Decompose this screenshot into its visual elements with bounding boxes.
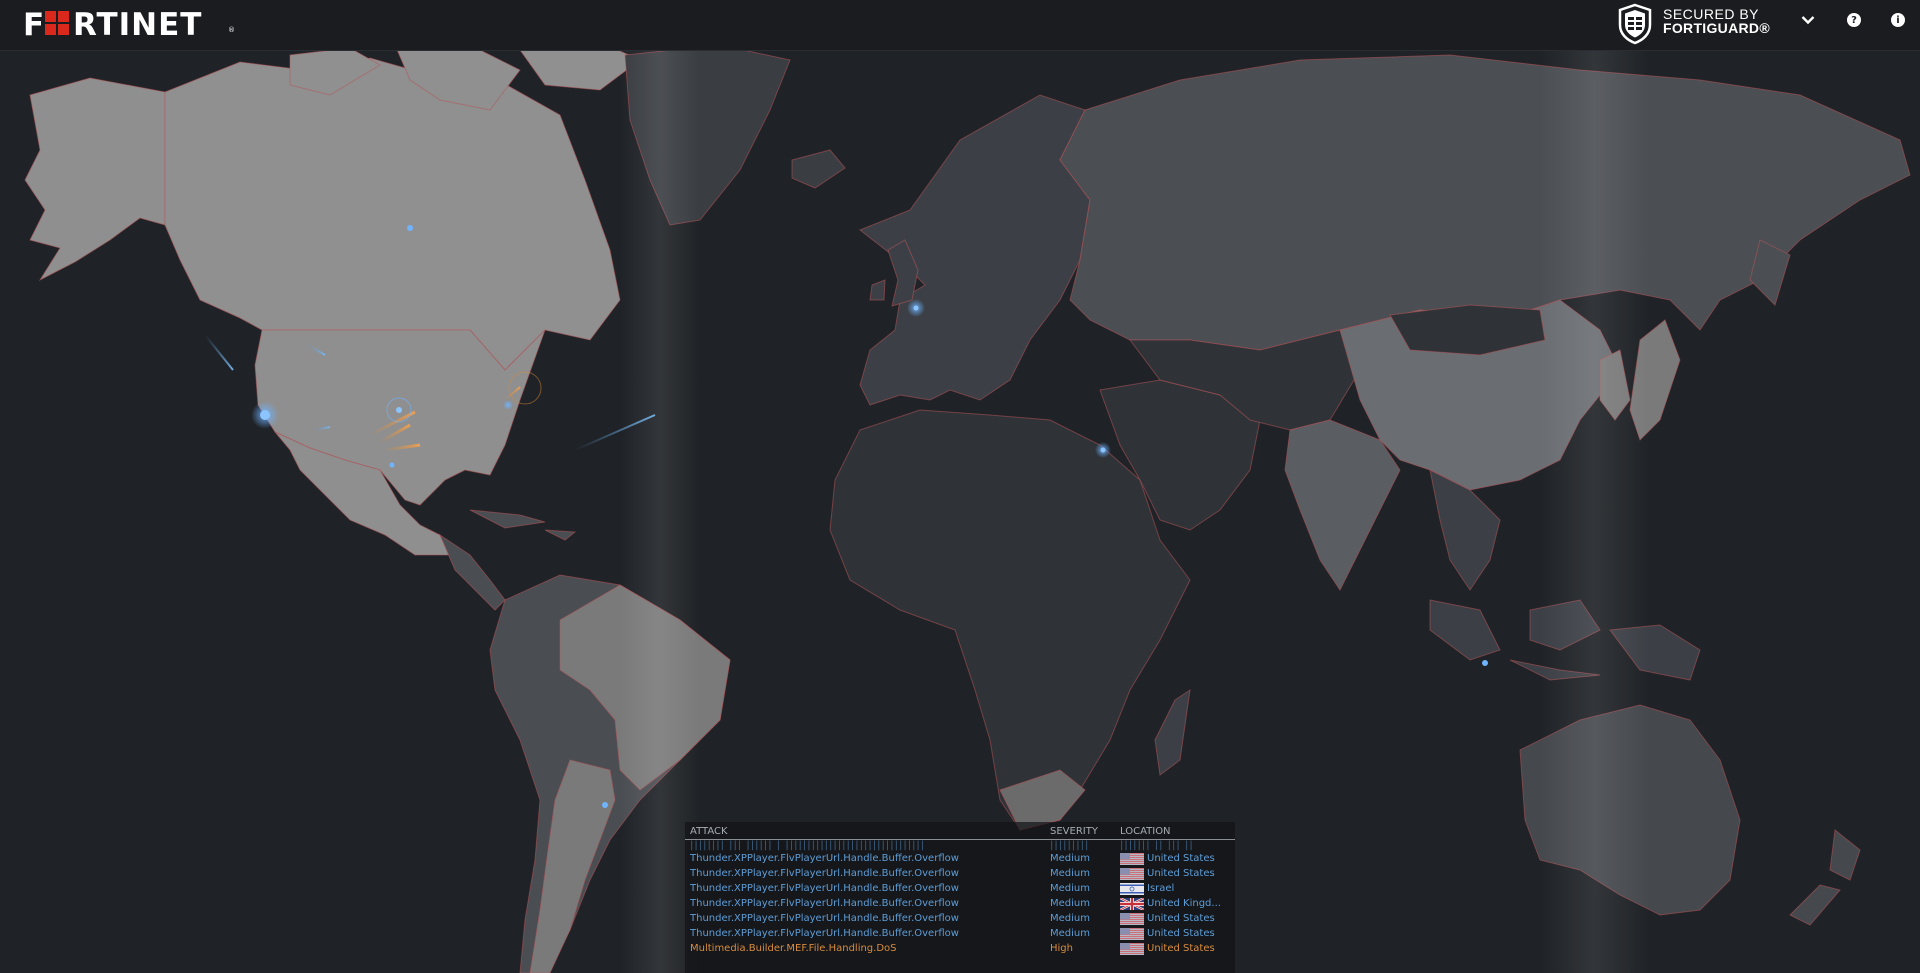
table-row: Thunder.XPPlayer.FlvPlayerUrl.Handle.Buf…: [685, 926, 1235, 941]
attack-severity: Medium: [1050, 898, 1090, 909]
attack-name: |||||||| ||| |||||| | ||||||||||||||||||…: [690, 840, 926, 851]
attack-pulse-marker: [913, 305, 919, 311]
region-southeast-asia: [1429, 469, 1501, 591]
attack-location: United States: [1147, 913, 1215, 924]
attack-pulse-marker: [1482, 660, 1488, 666]
region-madagascar: [1154, 688, 1191, 776]
country-flag-icon: [1120, 913, 1144, 925]
attack-severity: Medium: [1050, 883, 1090, 894]
country-flag-icon: [1120, 853, 1144, 865]
attack-pulse-marker: [389, 462, 395, 468]
attack-pulse-marker: [396, 407, 402, 413]
attack-location: United States: [1147, 943, 1215, 954]
fortinet-logo[interactable]: F RTINET: [23, 6, 243, 50]
attack-location: United States: [1147, 868, 1215, 879]
attack-name: Thunder.XPPlayer.FlvPlayerUrl.Handle.Buf…: [690, 898, 959, 909]
attack-location: Israel: [1147, 883, 1175, 894]
attack-severity: High: [1050, 943, 1073, 954]
attack-pulse-marker: [260, 410, 270, 420]
secured-by-label: SECURED BY: [1663, 6, 1760, 22]
svg-text:RTINET: RTINET: [73, 7, 202, 42]
attack-beam-line: [204, 334, 234, 371]
light-sweep-band: [1540, 50, 1650, 973]
attack-pulse-marker: [602, 802, 608, 808]
attack-pulse-marker: [1100, 447, 1106, 453]
table-row: Thunder.XPPlayer.FlvPlayerUrl.Handle.Buf…: [685, 881, 1235, 896]
country-flag-icon: [1120, 943, 1144, 955]
table-row: |||||||| ||| |||||| | ||||||||||||||||||…: [685, 840, 1235, 851]
attack-table: ATTACK SEVERITY LOCATION |||||||| ||| ||…: [685, 822, 1235, 973]
top-bar: F RTINET ® SECURED BY FORTIGUARD® ? i: [0, 0, 1920, 51]
region-canada: [164, 57, 621, 371]
severity-column-header: SEVERITY: [1050, 826, 1098, 837]
attack-severity: Medium: [1050, 913, 1090, 924]
menu-dropdown-button[interactable]: [1800, 12, 1816, 28]
help-icon: ?: [1847, 13, 1861, 27]
region-alaska: [24, 77, 166, 282]
attack-name: Thunder.XPPlayer.FlvPlayerUrl.Handle.Buf…: [690, 883, 959, 894]
attack-location: United States: [1147, 928, 1215, 939]
attack-name: Multimedia.Builder.MEF.File.Handling.DoS: [690, 943, 897, 954]
table-row: Thunder.XPPlayer.FlvPlayerUrl.Handle.Buf…: [685, 896, 1235, 911]
location-column-header: LOCATION: [1120, 826, 1171, 837]
attack-location: ||||||| || ||| ||: [1120, 840, 1194, 851]
attack-location: United States: [1147, 853, 1215, 864]
region-central-america: [438, 533, 506, 611]
logo-registered-mark: ®: [228, 26, 235, 34]
secured-by-fortiguard: SECURED BY FORTIGUARD®: [1663, 7, 1770, 35]
region-caribbean: [469, 509, 577, 541]
country-flag-icon: [1120, 868, 1144, 880]
region-iceland: [791, 149, 846, 189]
attack-severity: Medium: [1050, 928, 1090, 939]
table-row: Thunder.XPPlayer.FlvPlayerUrl.Handle.Buf…: [685, 911, 1235, 926]
fortiguard-label: FORTIGUARD®: [1663, 20, 1770, 36]
attack-pulse-marker: [407, 225, 413, 231]
attack-pulse-marker: [503, 400, 513, 410]
attack-name: Thunder.XPPlayer.FlvPlayerUrl.Handle.Buf…: [690, 928, 959, 939]
attack-severity: Medium: [1050, 868, 1090, 879]
attack-table-body: |||||||| ||| |||||| | ||||||||||||||||||…: [685, 840, 1235, 956]
table-row: Thunder.XPPlayer.FlvPlayerUrl.Handle.Buf…: [685, 851, 1235, 866]
fortiguard-shield-icon: [1618, 3, 1652, 45]
table-row: Thunder.XPPlayer.FlvPlayerUrl.Handle.Buf…: [685, 866, 1235, 881]
svg-text:F: F: [23, 7, 45, 42]
attack-name: Thunder.XPPlayer.FlvPlayerUrl.Handle.Buf…: [690, 913, 959, 924]
chevron-down-icon: [1801, 16, 1815, 25]
country-flag-icon: [1120, 928, 1144, 940]
attack-name: Thunder.XPPlayer.FlvPlayerUrl.Handle.Buf…: [690, 853, 959, 864]
attack-column-header: ATTACK: [690, 826, 728, 837]
attack-severity: Medium: [1050, 853, 1090, 864]
region-new-zealand: [1789, 829, 1861, 926]
fortinet-logo-mark: F RTINET: [23, 7, 202, 43]
country-flag-icon: [1120, 883, 1144, 895]
country-flag-icon: [1119, 897, 1145, 911]
info-button[interactable]: i: [1890, 12, 1906, 28]
attack-name: Thunder.XPPlayer.FlvPlayerUrl.Handle.Buf…: [690, 868, 959, 879]
region-india: [1284, 419, 1401, 591]
table-row: Multimedia.Builder.MEF.File.Handling.DoS…: [685, 941, 1235, 956]
info-icon: i: [1891, 13, 1905, 27]
attack-location: United Kingd...: [1147, 898, 1221, 909]
attack-table-header: ATTACK SEVERITY LOCATION: [685, 822, 1235, 840]
attack-severity: |||||||||: [1050, 840, 1090, 851]
help-button[interactable]: ?: [1846, 12, 1862, 28]
